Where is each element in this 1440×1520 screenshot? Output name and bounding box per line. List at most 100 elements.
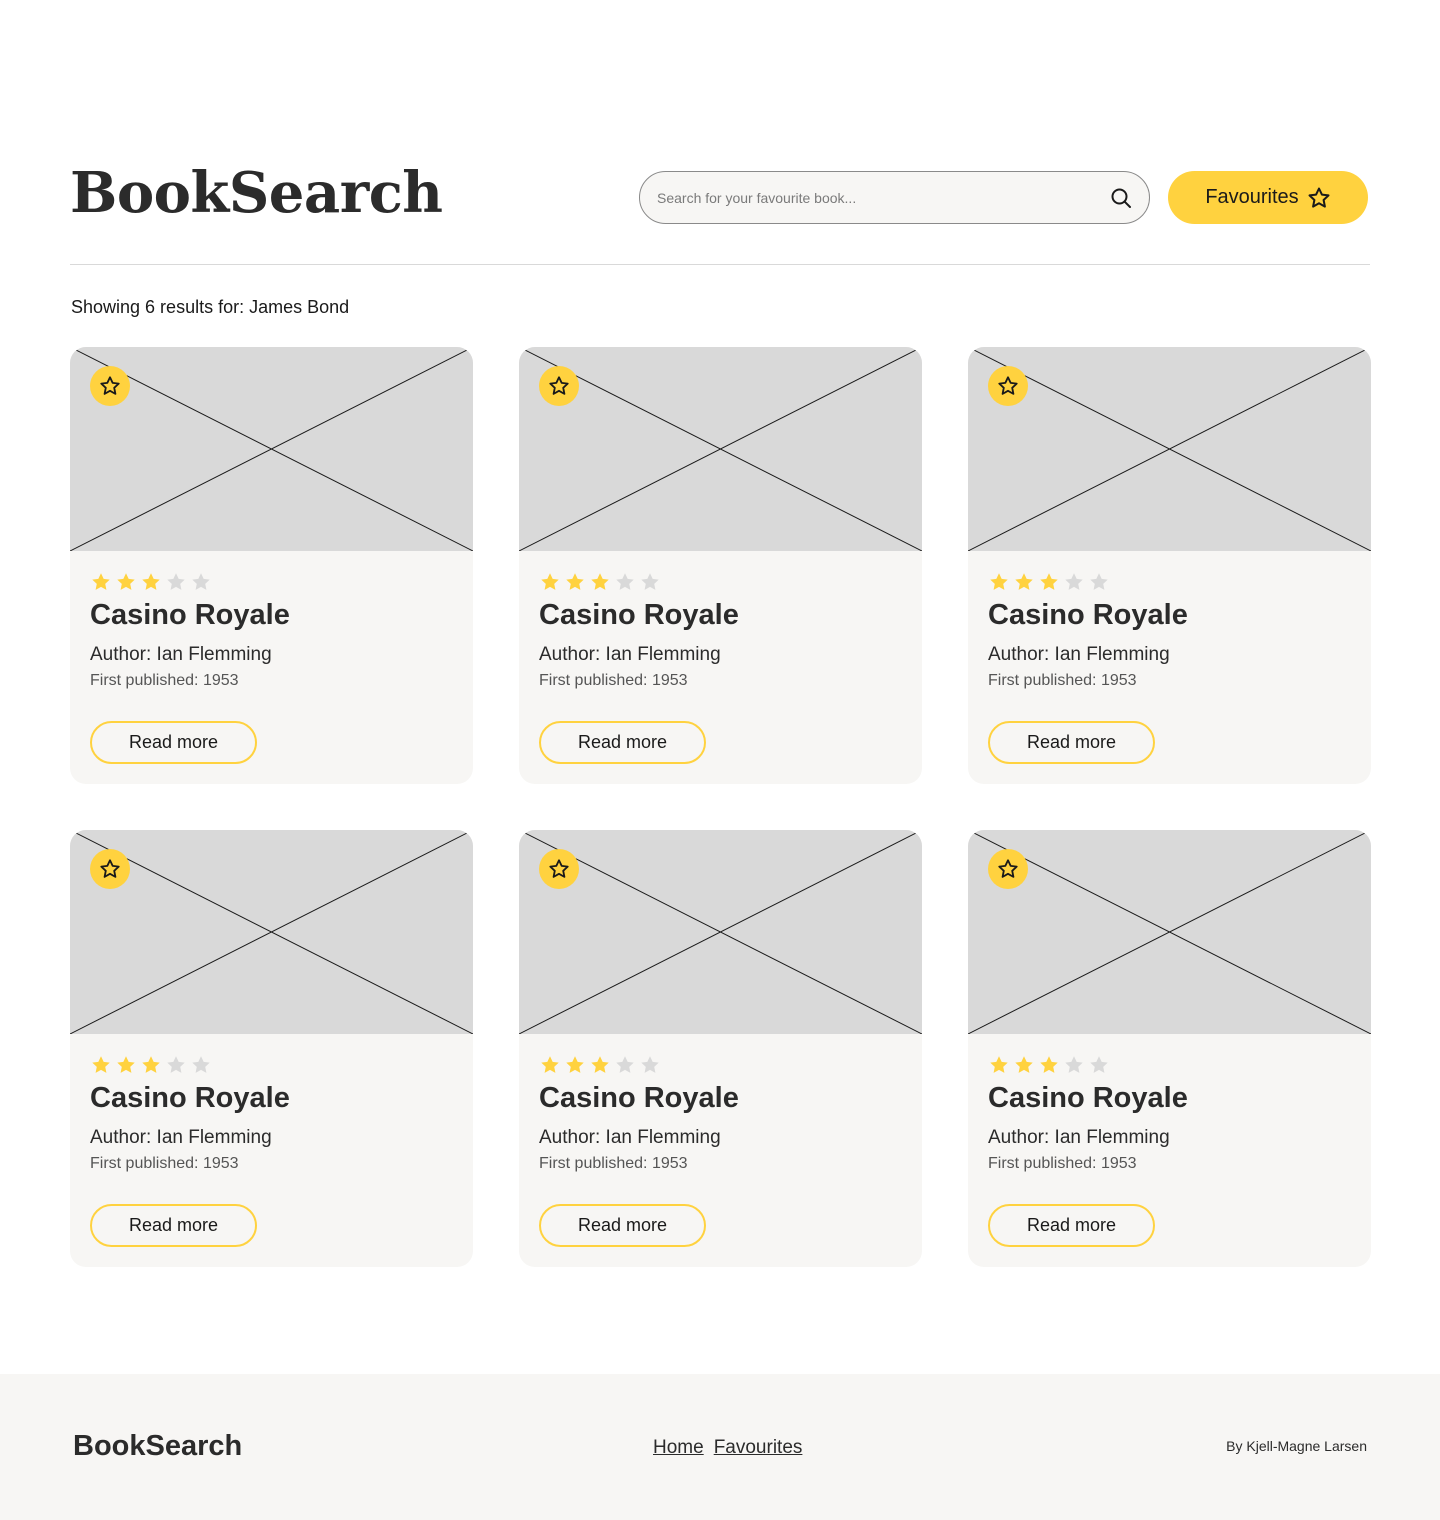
site-header: BookSearch Favourites — [70, 160, 1370, 230]
star-filled-icon — [142, 1056, 160, 1073]
star-empty-icon — [1090, 573, 1108, 590]
read-more-button[interactable]: Read more — [539, 721, 706, 764]
star-empty-icon — [167, 573, 185, 590]
search-icon[interactable] — [1109, 186, 1133, 210]
star-empty-icon — [167, 1056, 185, 1073]
star-filled-icon — [1040, 573, 1058, 590]
book-cover-placeholder — [519, 347, 922, 551]
rating-stars — [90, 1054, 212, 1076]
star-filled-icon — [990, 1056, 1008, 1073]
site-logo[interactable]: BookSearch — [70, 160, 443, 226]
star-outline-icon — [998, 376, 1018, 395]
book-author: Author: Ian Flemming — [539, 1127, 721, 1148]
footer-credit: By Kjell-Magne Larsen — [1226, 1438, 1367, 1454]
site-footer: BookSearch Home Favourites By Kjell-Magn… — [0, 1374, 1440, 1520]
footer-logo[interactable]: BookSearch — [73, 1430, 242, 1463]
rating-stars — [988, 571, 1110, 593]
star-filled-icon — [92, 573, 110, 590]
book-cover-placeholder — [70, 830, 473, 1034]
star-filled-icon — [1015, 1056, 1033, 1073]
star-empty-icon — [192, 573, 210, 590]
book-published: First published: 1953 — [539, 672, 688, 689]
star-filled-icon — [142, 573, 160, 590]
book-cover-placeholder — [968, 830, 1371, 1034]
add-favourite-button[interactable] — [90, 366, 130, 406]
book-card: Casino Royale Author: Ian Flemming First p… — [70, 830, 473, 1267]
book-card: Casino Royale Author: Ian Flemming First p… — [968, 347, 1371, 784]
star-filled-icon — [591, 573, 609, 590]
add-favourite-button[interactable] — [988, 366, 1028, 406]
star-empty-icon — [641, 573, 659, 590]
read-more-button[interactable]: Read more — [539, 1204, 706, 1247]
star-outline-icon — [1307, 186, 1331, 210]
book-published: First published: 1953 — [539, 1155, 688, 1172]
book-cover-placeholder — [968, 347, 1371, 551]
read-more-button[interactable]: Read more — [988, 721, 1155, 764]
footer-link-home[interactable]: Home — [653, 1437, 704, 1459]
star-filled-icon — [566, 573, 584, 590]
star-outline-icon — [998, 859, 1018, 878]
favourites-button[interactable]: Favourites — [1168, 171, 1368, 224]
star-filled-icon — [1015, 573, 1033, 590]
star-filled-icon — [117, 573, 135, 590]
read-more-button[interactable]: Read more — [90, 721, 257, 764]
footer-link-favourites[interactable]: Favourites — [714, 1437, 803, 1459]
book-author: Author: Ian Flemming — [988, 1127, 1170, 1148]
star-empty-icon — [1065, 573, 1083, 590]
book-title: Casino Royale — [539, 1082, 739, 1114]
book-author: Author: Ian Flemming — [988, 644, 1170, 665]
header-divider — [70, 264, 1370, 265]
book-published: First published: 1953 — [988, 1155, 1137, 1172]
star-filled-icon — [117, 1056, 135, 1073]
book-published: First published: 1953 — [90, 672, 239, 689]
search-bar — [639, 171, 1150, 224]
star-outline-icon — [549, 376, 569, 395]
book-title: Casino Royale — [988, 1082, 1188, 1114]
rating-stars — [539, 571, 661, 593]
star-filled-icon — [566, 1056, 584, 1073]
star-empty-icon — [616, 573, 634, 590]
book-card: Casino Royale Author: Ian Flemming First p… — [70, 347, 473, 784]
star-filled-icon — [1040, 1056, 1058, 1073]
book-title: Casino Royale — [988, 599, 1188, 631]
star-outline-icon — [100, 376, 120, 395]
star-outline-icon — [100, 859, 120, 878]
book-author: Author: Ian Flemming — [90, 644, 272, 665]
book-published: First published: 1953 — [988, 672, 1137, 689]
star-empty-icon — [1090, 1056, 1108, 1073]
results-summary: Showing 6 results for: James Bond — [71, 297, 350, 317]
add-favourite-button[interactable] — [539, 849, 579, 889]
star-filled-icon — [541, 1056, 559, 1073]
book-published: First published: 1953 — [90, 1155, 239, 1172]
rating-stars — [539, 1054, 661, 1076]
book-card: Casino Royale Author: Ian Flemming First p… — [968, 830, 1371, 1267]
star-empty-icon — [1065, 1056, 1083, 1073]
book-card: Casino Royale Author: Ian Flemming First p… — [519, 830, 922, 1267]
book-title: Casino Royale — [90, 1082, 290, 1114]
footer-nav: Home Favourites — [653, 1437, 802, 1459]
read-more-button[interactable]: Read more — [90, 1204, 257, 1247]
book-author: Author: Ian Flemming — [539, 644, 721, 665]
favourites-button-label: Favourites — [1205, 186, 1299, 208]
book-cover-placeholder — [70, 347, 473, 551]
add-favourite-button[interactable] — [539, 366, 579, 406]
rating-stars — [988, 1054, 1110, 1076]
add-favourite-button[interactable] — [988, 849, 1028, 889]
star-filled-icon — [541, 573, 559, 590]
star-filled-icon — [92, 1056, 110, 1073]
book-author: Author: Ian Flemming — [90, 1127, 272, 1148]
star-empty-icon — [192, 1056, 210, 1073]
star-empty-icon — [616, 1056, 634, 1073]
book-card: Casino Royale Author: Ian Flemming First p… — [519, 347, 922, 784]
star-filled-icon — [591, 1056, 609, 1073]
search-input[interactable] — [657, 172, 1087, 223]
book-title: Casino Royale — [90, 599, 290, 631]
rating-stars — [90, 571, 212, 593]
star-filled-icon — [990, 573, 1008, 590]
star-empty-icon — [641, 1056, 659, 1073]
book-title: Casino Royale — [539, 599, 739, 631]
add-favourite-button[interactable] — [90, 849, 130, 889]
star-outline-icon — [549, 859, 569, 878]
book-cover-placeholder — [519, 830, 922, 1034]
read-more-button[interactable]: Read more — [988, 1204, 1155, 1247]
